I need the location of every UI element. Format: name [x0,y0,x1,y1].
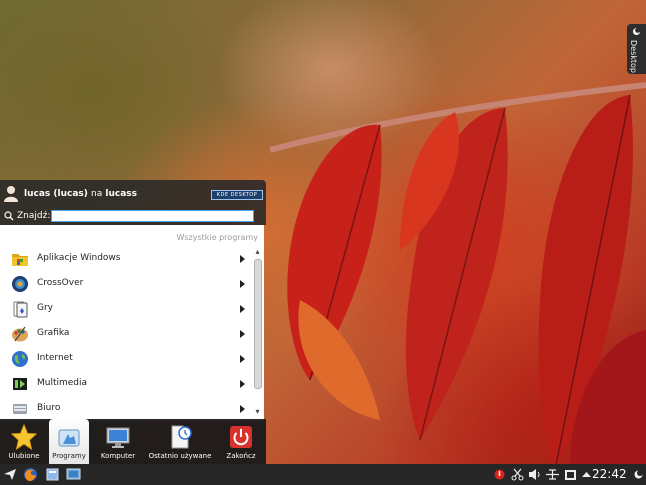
chevron-right-icon [240,330,245,338]
tab-favorites-label: Ulubione [8,452,40,460]
list-item[interactable]: Gry [0,296,252,321]
launcher-header: lucas (lucas) na lucass KDE DESKTOP Znaj… [0,180,266,225]
chevron-right-icon [240,380,245,388]
multimedia-icon [13,378,27,390]
cashew-icon [632,27,641,36]
list-item[interactable]: Grafika [0,321,252,346]
list-item[interactable]: Biuro [0,396,252,421]
scrollbar-thumb[interactable] [254,259,262,389]
chevron-right-icon [240,305,245,313]
tab-computer-label: Komputer [100,452,136,460]
user-avatar-icon [4,186,18,202]
launcher-tabs: Ulubione Programy Komputer Ostatnio używ… [0,419,266,464]
list-item-label: Biuro [37,403,61,413]
scroll-up-icon[interactable]: ▴ [253,247,262,256]
file-manager-icon[interactable] [45,467,60,482]
list-item[interactable]: Internet [0,346,252,371]
kde-logo: KDE DESKTOP [211,190,263,200]
tab-computer[interactable]: Komputer [95,419,141,464]
firefox-icon[interactable] [23,467,38,482]
volume-icon[interactable] [527,467,542,482]
list-item-label: CrossOver [37,278,84,288]
tab-recently-used-label: Ostatnio używane [148,452,212,460]
tab-recently-used[interactable]: Ostatnio używane [144,419,216,464]
list-scrollbar[interactable]: ▴ ▾ [253,247,262,417]
desktop-tab-label: Desktop [629,40,638,73]
star-icon [11,424,37,450]
search-input[interactable] [51,210,254,222]
list-item-label: Aplikacje Windows [37,253,121,263]
cut-icon[interactable] [510,467,525,482]
list-item-label: Grafika [37,328,70,338]
desktop-toolbox-tab[interactable]: Desktop [627,24,646,74]
list-item[interactable]: Aplikacje Windows [0,246,252,271]
applications-list: Wszystkie programy Aplikacje Windows Cro… [0,225,264,421]
user-name: lucas (lucas) [24,189,88,199]
list-item-label: Gry [37,303,54,313]
clock[interactable]: 22:42 [592,467,627,481]
list-item-label: Multimedia [37,378,88,388]
cashew-icon[interactable] [631,467,646,482]
all-programs-breadcrumb[interactable]: Wszystkie programy [176,233,258,242]
search-icon [4,211,14,221]
application-launcher: lucas (lucas) na lucass KDE DESKTOP Znaj… [0,180,266,464]
recent-icon [171,425,192,449]
chevron-right-icon [240,355,245,363]
crossover-icon [12,276,28,292]
applications-icon [58,429,80,447]
tab-applications[interactable]: Programy [49,419,89,464]
host-name: lucass [105,189,138,199]
tab-leave[interactable]: Zakończ [218,419,264,464]
kickoff-icon[interactable] [3,467,18,482]
search-label: Znajdź: [17,211,51,221]
tab-applications-label: Programy [52,452,86,460]
internet-icon [12,351,28,367]
office-icon [13,404,27,414]
user-on-label: na [91,189,103,199]
list-item[interactable]: Multimedia [0,371,252,396]
graphics-icon [12,326,28,342]
folder-icon [12,254,28,266]
games-icon [13,301,28,318]
power-icon [230,426,252,448]
desktop-icon[interactable] [66,467,81,482]
tab-favorites[interactable]: Ulubione [0,419,48,464]
chevron-right-icon [240,280,245,288]
battery-icon[interactable] [563,467,578,482]
taskbar: 22:42 [0,464,646,485]
tab-leave-label: Zakończ [226,452,256,460]
chevron-right-icon [240,405,245,413]
list-item-label: Internet [37,353,73,363]
scroll-down-icon[interactable]: ▾ [253,407,262,416]
network-icon[interactable] [545,467,560,482]
chevron-right-icon [240,255,245,263]
list-item[interactable]: CrossOver [0,271,252,296]
user-info: lucas (lucas) na lucass [24,189,137,199]
notification-icon[interactable] [492,467,507,482]
computer-icon [106,427,130,448]
